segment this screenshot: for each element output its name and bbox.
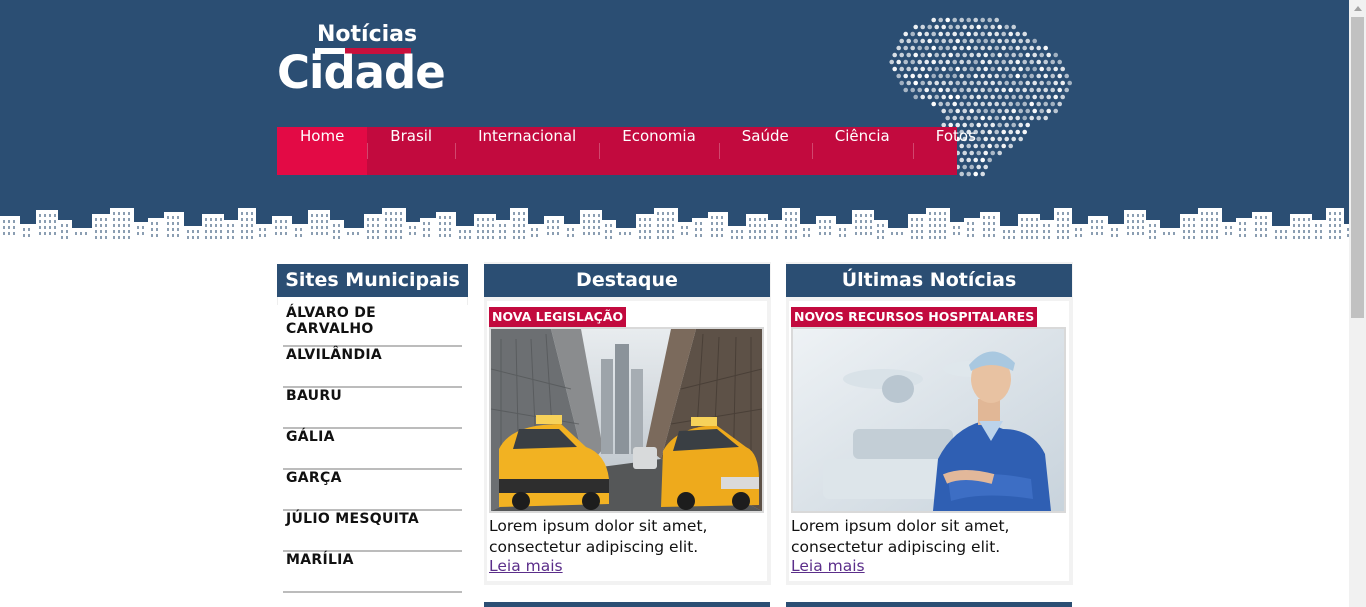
nav-home[interactable]: Home	[277, 127, 367, 175]
ultimas-noticias-panel: Últimas Notícias NOVOS RECURSOS HOSPITAL…	[786, 262, 1073, 585]
next-panel-header-right	[786, 602, 1072, 607]
logo-line2: Cidade	[277, 50, 445, 95]
city-skyline-icon	[0, 188, 1349, 244]
nav-economia[interactable]: Economia	[599, 127, 719, 175]
ultimas-title: Últimas Notícias	[786, 264, 1072, 297]
main-nav: Home Brasil Internacional Economia Saúde…	[277, 127, 957, 175]
page-scrollbar[interactable]	[1349, 0, 1366, 607]
scroll-up-arrow-icon[interactable]	[1349, 0, 1366, 17]
destaque-card: NOVA LEGISLAÇÃO Lorem ipsum dolor sit am…	[487, 301, 767, 581]
destaque-summary: Lorem ipsum dolor sit amet, consectetur …	[489, 516, 765, 558]
ultimas-card: NOVOS RECURSOS HOSPITALARES Lorem ipsum …	[789, 301, 1069, 581]
nav-fotos[interactable]: Fotos	[913, 127, 999, 175]
sidebar-item-garca[interactable]: GARÇA	[283, 470, 462, 511]
site-header: Notícias Cidade Home Brasil Internaciona…	[0, 0, 1349, 244]
sidebar-item-alvaro-de-carvalho[interactable]: ÁLVARO DE CARVALHO	[283, 305, 462, 347]
next-panel-header-left	[484, 602, 770, 607]
taxi-street-photo[interactable]	[489, 327, 764, 513]
ultimas-tag: NOVOS RECURSOS HOSPITALARES	[791, 307, 1037, 327]
sidebar-title: Sites Municipais	[277, 264, 468, 297]
sidebar-item-marilia[interactable]: MARÍLIA	[283, 552, 462, 593]
surgeon-photo[interactable]	[791, 327, 1066, 513]
city-list: ÁLVARO DE CARVALHO ALVILÂNDIA BAURU GÁLI…	[277, 305, 468, 593]
ultimas-read-more-link[interactable]: Leia mais	[791, 557, 865, 575]
destaque-tag: NOVA LEGISLAÇÃO	[489, 307, 626, 327]
nav-internacional[interactable]: Internacional	[455, 127, 599, 175]
logo-line1: Notícias	[317, 22, 417, 47]
nav-saude[interactable]: Saúde	[719, 127, 812, 175]
destaque-read-more-link[interactable]: Leia mais	[489, 557, 563, 575]
sidebar-item-bauru[interactable]: BAURU	[283, 388, 462, 429]
destaque-panel: Destaque NOVA LEGISLAÇÃO Lorem ipsum dol…	[484, 262, 771, 585]
sidebar-item-alvilandia[interactable]: ALVILÂNDIA	[283, 347, 462, 388]
sidebar-item-galia[interactable]: GÁLIA	[283, 429, 462, 470]
sidebar-item-julio-mesquita[interactable]: JÚLIO MESQUITA	[283, 511, 462, 552]
sidebar-municipal-sites: Sites Municipais ÁLVARO DE CARVALHO ALVI…	[277, 264, 468, 593]
destaque-title: Destaque	[484, 264, 770, 297]
scrollbar-thumb[interactable]	[1351, 17, 1364, 318]
site-logo[interactable]: Notícias Cidade	[277, 22, 442, 102]
nav-brasil[interactable]: Brasil	[367, 127, 455, 175]
ultimas-summary: Lorem ipsum dolor sit amet, consectetur …	[791, 516, 1067, 558]
nav-ciencia[interactable]: Ciência	[812, 127, 913, 175]
